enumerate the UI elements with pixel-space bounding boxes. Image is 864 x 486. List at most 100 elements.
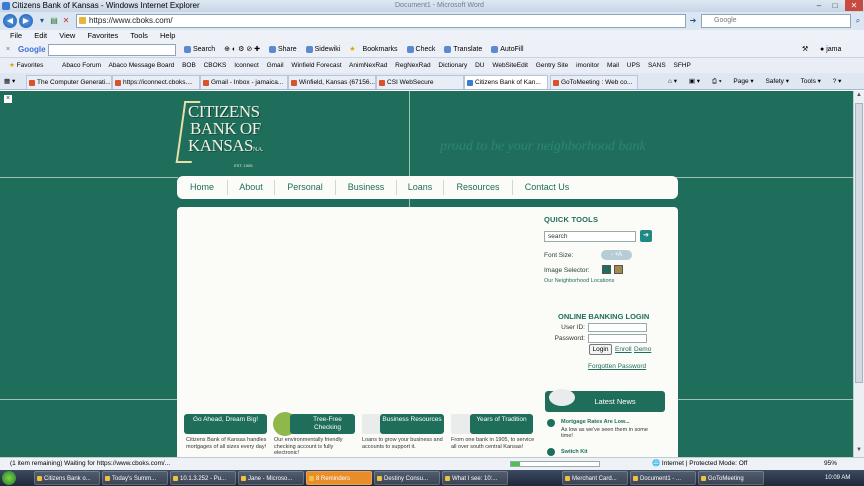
page-menu[interactable]: Page ▾	[733, 78, 753, 85]
tools-menu[interactable]: Tools ▾	[801, 78, 821, 85]
taskbar-reminders[interactable]: 8 Reminders	[306, 471, 372, 485]
fav-abaco-forum[interactable]: Abaco Forum	[62, 62, 101, 69]
bank-logo[interactable]: CITIZENS BANK OF KANSASN.A. EST. 1905	[175, 99, 278, 169]
google-tools-icons[interactable]: ⊕ ◐ ⚙ ⊘ ✚	[224, 46, 260, 53]
tab-iconnect[interactable]: https://iconnect.cboks....	[112, 75, 200, 89]
nav-about[interactable]: About	[228, 176, 274, 199]
nav-contact-us[interactable]: Contact Us	[513, 176, 581, 199]
fav-iconnect[interactable]: Iconnect	[234, 62, 259, 69]
scroll-down-icon[interactable]: ▼	[855, 447, 863, 453]
search-input[interactable]: Google	[701, 14, 851, 28]
google-search-button[interactable]: Search	[184, 45, 215, 53]
recent-pages-icon[interactable]: ▾	[36, 15, 48, 27]
wrench-icon[interactable]: ⚒	[802, 42, 808, 58]
forward-button[interactable]: ▶	[19, 14, 33, 28]
quick-tabs-icon[interactable]: ▦ ▾	[4, 73, 15, 90]
taskbar-gotomeeting[interactable]: GoToMeeting	[698, 471, 764, 485]
scroll-thumb[interactable]	[855, 103, 863, 383]
autofill-button[interactable]: AutoFill	[491, 45, 524, 53]
go-icon[interactable]: ➔	[687, 15, 699, 27]
news-item-title[interactable]: Switch Kit	[561, 449, 588, 455]
menu-view[interactable]: View	[59, 31, 75, 40]
fav-mail[interactable]: Mail	[607, 62, 619, 69]
taskbar-what-i-see[interactable]: What I see: 10:...	[442, 471, 508, 485]
menu-favorites[interactable]: Favorites	[87, 31, 118, 40]
account-menu[interactable]: ● jama	[820, 42, 841, 58]
taskbar-todays-summary[interactable]: Today's Summ...	[102, 471, 168, 485]
taskbar-merchant-card[interactable]: Merchant Card...	[562, 471, 628, 485]
google-search-input[interactable]	[48, 44, 176, 56]
login-button[interactable]: Login	[589, 344, 612, 355]
menu-file[interactable]: File	[10, 31, 22, 40]
fav-sans[interactable]: SANS	[648, 62, 666, 69]
image-swatch-tan[interactable]	[614, 265, 623, 274]
clock[interactable]: 10:09 AM	[825, 470, 850, 486]
taskbar-destiny[interactable]: Destiny Consu...	[374, 471, 440, 485]
tab-computer-generation[interactable]: The Computer Generati...	[26, 75, 112, 89]
user-id-input[interactable]	[588, 323, 647, 332]
nav-personal[interactable]: Personal	[275, 176, 335, 199]
vertical-scrollbar[interactable]: ▲ ▼	[853, 91, 864, 457]
feature-dream-big[interactable]: Go Ahead, Dream Big!	[184, 414, 267, 434]
feature-years-of-tradition[interactable]: Years of Tradition	[470, 414, 533, 434]
feeds-icon[interactable]: ▣ ▾	[689, 78, 700, 85]
translate-button[interactable]: Translate	[444, 45, 482, 53]
security-zone[interactable]: 🌐 Internet | Protected Mode: Off	[652, 458, 747, 470]
tab-gotomeeting[interactable]: GoToMeeting : Web co...	[550, 75, 638, 89]
fav-cboks[interactable]: CBOKS	[204, 62, 227, 69]
safety-menu[interactable]: Safety ▾	[765, 78, 789, 85]
taskbar-document1[interactable]: Document1 - ...	[630, 471, 696, 485]
menu-edit[interactable]: Edit	[34, 31, 47, 40]
sidewiki-button[interactable]: Sidewiki	[305, 45, 340, 53]
tab-csi-websecure[interactable]: CSI WebSecure	[376, 75, 464, 89]
font-size-buttons[interactable]: - +A	[601, 250, 632, 260]
fav-websiteedit[interactable]: WebSiteEdit	[492, 62, 528, 69]
demo-link[interactable]: Demo	[634, 346, 651, 353]
share-button[interactable]: Share	[268, 45, 297, 53]
start-button[interactable]	[2, 471, 16, 485]
print-icon[interactable]: ⎙ ▾	[712, 78, 722, 85]
image-swatch-green[interactable]	[602, 265, 611, 274]
taskbar-citizens-bank[interactable]: Citizens Bank o...	[34, 471, 100, 485]
tab-winfield[interactable]: Winfield, Kansas (67156...	[288, 75, 376, 89]
site-search-go-icon[interactable]: ➔	[640, 230, 652, 242]
neighborhood-locations-link[interactable]: Our Neighborhood Locations	[544, 278, 614, 284]
enroll-link[interactable]: Enroll	[615, 346, 632, 353]
tab-gmail[interactable]: Gmail - Inbox - jamaica...	[200, 75, 288, 89]
fav-gmail[interactable]: Gmail	[267, 62, 284, 69]
fav-dictionary[interactable]: Dictionary	[438, 62, 467, 69]
nav-resources[interactable]: Resources	[444, 176, 512, 199]
news-item-title[interactable]: Mortgage Rates Are Low...	[561, 419, 630, 425]
bookmarks-button[interactable]: ★ Bookmarks	[349, 46, 397, 53]
site-search-input[interactable]: search	[544, 231, 636, 242]
check-button[interactable]: Check	[406, 45, 435, 53]
fav-du[interactable]: DU	[475, 62, 484, 69]
search-icon[interactable]: ⌕	[852, 15, 864, 27]
close-panel-icon[interactable]: ×	[4, 95, 12, 103]
fav-gentry-site[interactable]: Gentry Site	[536, 62, 569, 69]
fav-animnexrad[interactable]: AnimNexRad	[349, 62, 387, 69]
fav-regnexrad[interactable]: RegNexRad	[395, 62, 430, 69]
forgotten-password-link[interactable]: Forgotten Password	[588, 363, 646, 370]
fav-bob[interactable]: BOB	[182, 62, 196, 69]
nav-home[interactable]: Home	[177, 176, 227, 199]
toolbar-close-icon[interactable]: ×	[6, 42, 10, 58]
menu-help[interactable]: Help	[160, 31, 175, 40]
home-icon[interactable]: ⌂ ▾	[668, 78, 677, 85]
fav-sfhp[interactable]: SFHP	[673, 62, 690, 69]
favorites-button[interactable]: ★ Favorites	[9, 58, 43, 73]
nav-loans[interactable]: Loans	[397, 176, 443, 199]
maximize-button[interactable]: □	[828, 0, 842, 11]
password-input[interactable]	[588, 334, 647, 343]
tab-citizens-bank[interactable]: Citizens Bank of Kan...	[464, 75, 548, 89]
close-button[interactable]: ✕	[845, 0, 863, 11]
taskbar-jane[interactable]: Jane - Microso...	[238, 471, 304, 485]
taskbar-putty[interactable]: 10.1.3.252 - Pu...	[170, 471, 236, 485]
fav-ups[interactable]: UPS	[627, 62, 640, 69]
feature-tree-free-checking[interactable]: Tree-Free Checking	[290, 414, 355, 434]
fav-imonitor[interactable]: imonitor	[576, 62, 599, 69]
fav-winfield-forecast[interactable]: Winfield Forecast	[291, 62, 341, 69]
back-button[interactable]: ◀	[3, 14, 17, 28]
minimize-button[interactable]: –	[812, 0, 826, 11]
menu-tools[interactable]: Tools	[130, 31, 148, 40]
